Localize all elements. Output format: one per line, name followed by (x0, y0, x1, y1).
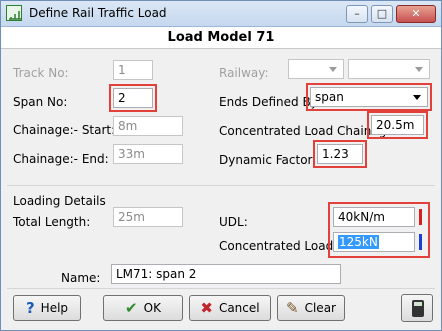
eraser-icon: ✎ (286, 298, 299, 317)
clear-button-label: Clear (304, 301, 336, 315)
ok-button[interactable]: ✔ OK (103, 295, 183, 321)
concentrated-load-label: Concentrated Load: (219, 239, 338, 253)
ok-button-label: OK (143, 301, 161, 315)
udl-color-indicator (419, 209, 422, 225)
railway-dropdown[interactable] (288, 59, 344, 79)
ends-defined-by-value: span (315, 90, 344, 104)
concentrated-load-field[interactable]: 125kN (333, 232, 415, 252)
chainage-start-field[interactable]: 8m (113, 116, 183, 136)
cancel-button-label: Cancel (218, 301, 260, 315)
udl-label: UDL: (219, 215, 248, 229)
concentrated-load-color-indicator (419, 234, 422, 250)
window-title: Define Rail Traffic Load (29, 6, 167, 20)
chevron-down-icon (413, 95, 421, 100)
chainage-start-label: Chainage:- Start: (13, 123, 116, 137)
total-length-label: Total Length: (13, 215, 91, 229)
railway-sub-dropdown[interactable] (348, 59, 430, 79)
ends-defined-by-label: Ends Defined By: (219, 95, 321, 109)
span-no-label: Span No: (13, 95, 68, 109)
concentrated-load-chainage-field[interactable]: 20.5m (371, 115, 424, 135)
help-button-label: Help (40, 301, 69, 315)
udl-field[interactable]: 40kN/m (333, 207, 415, 227)
cancel-button[interactable]: ✖ Cancel (189, 295, 271, 321)
clear-button[interactable]: ✎ Clear (277, 295, 345, 321)
dialog-window: Define Rail Traffic Load – □ ✕ Load Mode… (0, 0, 442, 331)
checkmark-icon: ✔ (125, 298, 138, 317)
chevron-down-icon (415, 67, 423, 72)
close-icon: ✕ (411, 7, 421, 20)
concentrated-load-value: 125kN (338, 235, 379, 249)
track-no-label: Track No: (13, 66, 69, 80)
name-label: Name: (61, 271, 101, 285)
divider (7, 185, 435, 186)
close-button[interactable]: ✕ (396, 5, 436, 23)
help-button[interactable]: ? Help (13, 295, 81, 321)
title-bar[interactable]: Define Rail Traffic Load – □ ✕ (1, 1, 441, 27)
maximize-icon: □ (376, 7, 388, 20)
minimize-icon: – (354, 7, 360, 20)
chainage-end-field[interactable]: 33m (113, 144, 183, 164)
divider (7, 288, 435, 289)
dialog-heading: Load Model 71 (1, 27, 441, 49)
loading-details-heading: Loading Details (13, 194, 106, 208)
minimize-button[interactable]: – (346, 5, 368, 23)
help-icon: ? (25, 298, 35, 317)
total-length-field[interactable]: 25m (113, 207, 183, 227)
chevron-down-icon (329, 67, 337, 72)
cancel-x-icon: ✖ (200, 298, 213, 317)
app-icon (6, 5, 22, 21)
maximize-button[interactable]: □ (371, 5, 393, 23)
track-no-field[interactable]: 1 (113, 60, 153, 80)
calculator-button[interactable] (401, 294, 433, 322)
ends-defined-by-dropdown[interactable]: span (310, 87, 428, 107)
calculator-icon (412, 300, 424, 317)
chainage-end-label: Chainage:- End: (13, 152, 109, 166)
span-no-field[interactable]: 2 (113, 88, 153, 108)
railway-label: Railway: (219, 66, 269, 80)
name-field[interactable]: LM71: span 2 (111, 264, 341, 284)
dynamic-factor-field[interactable]: 1.23 (317, 144, 363, 164)
